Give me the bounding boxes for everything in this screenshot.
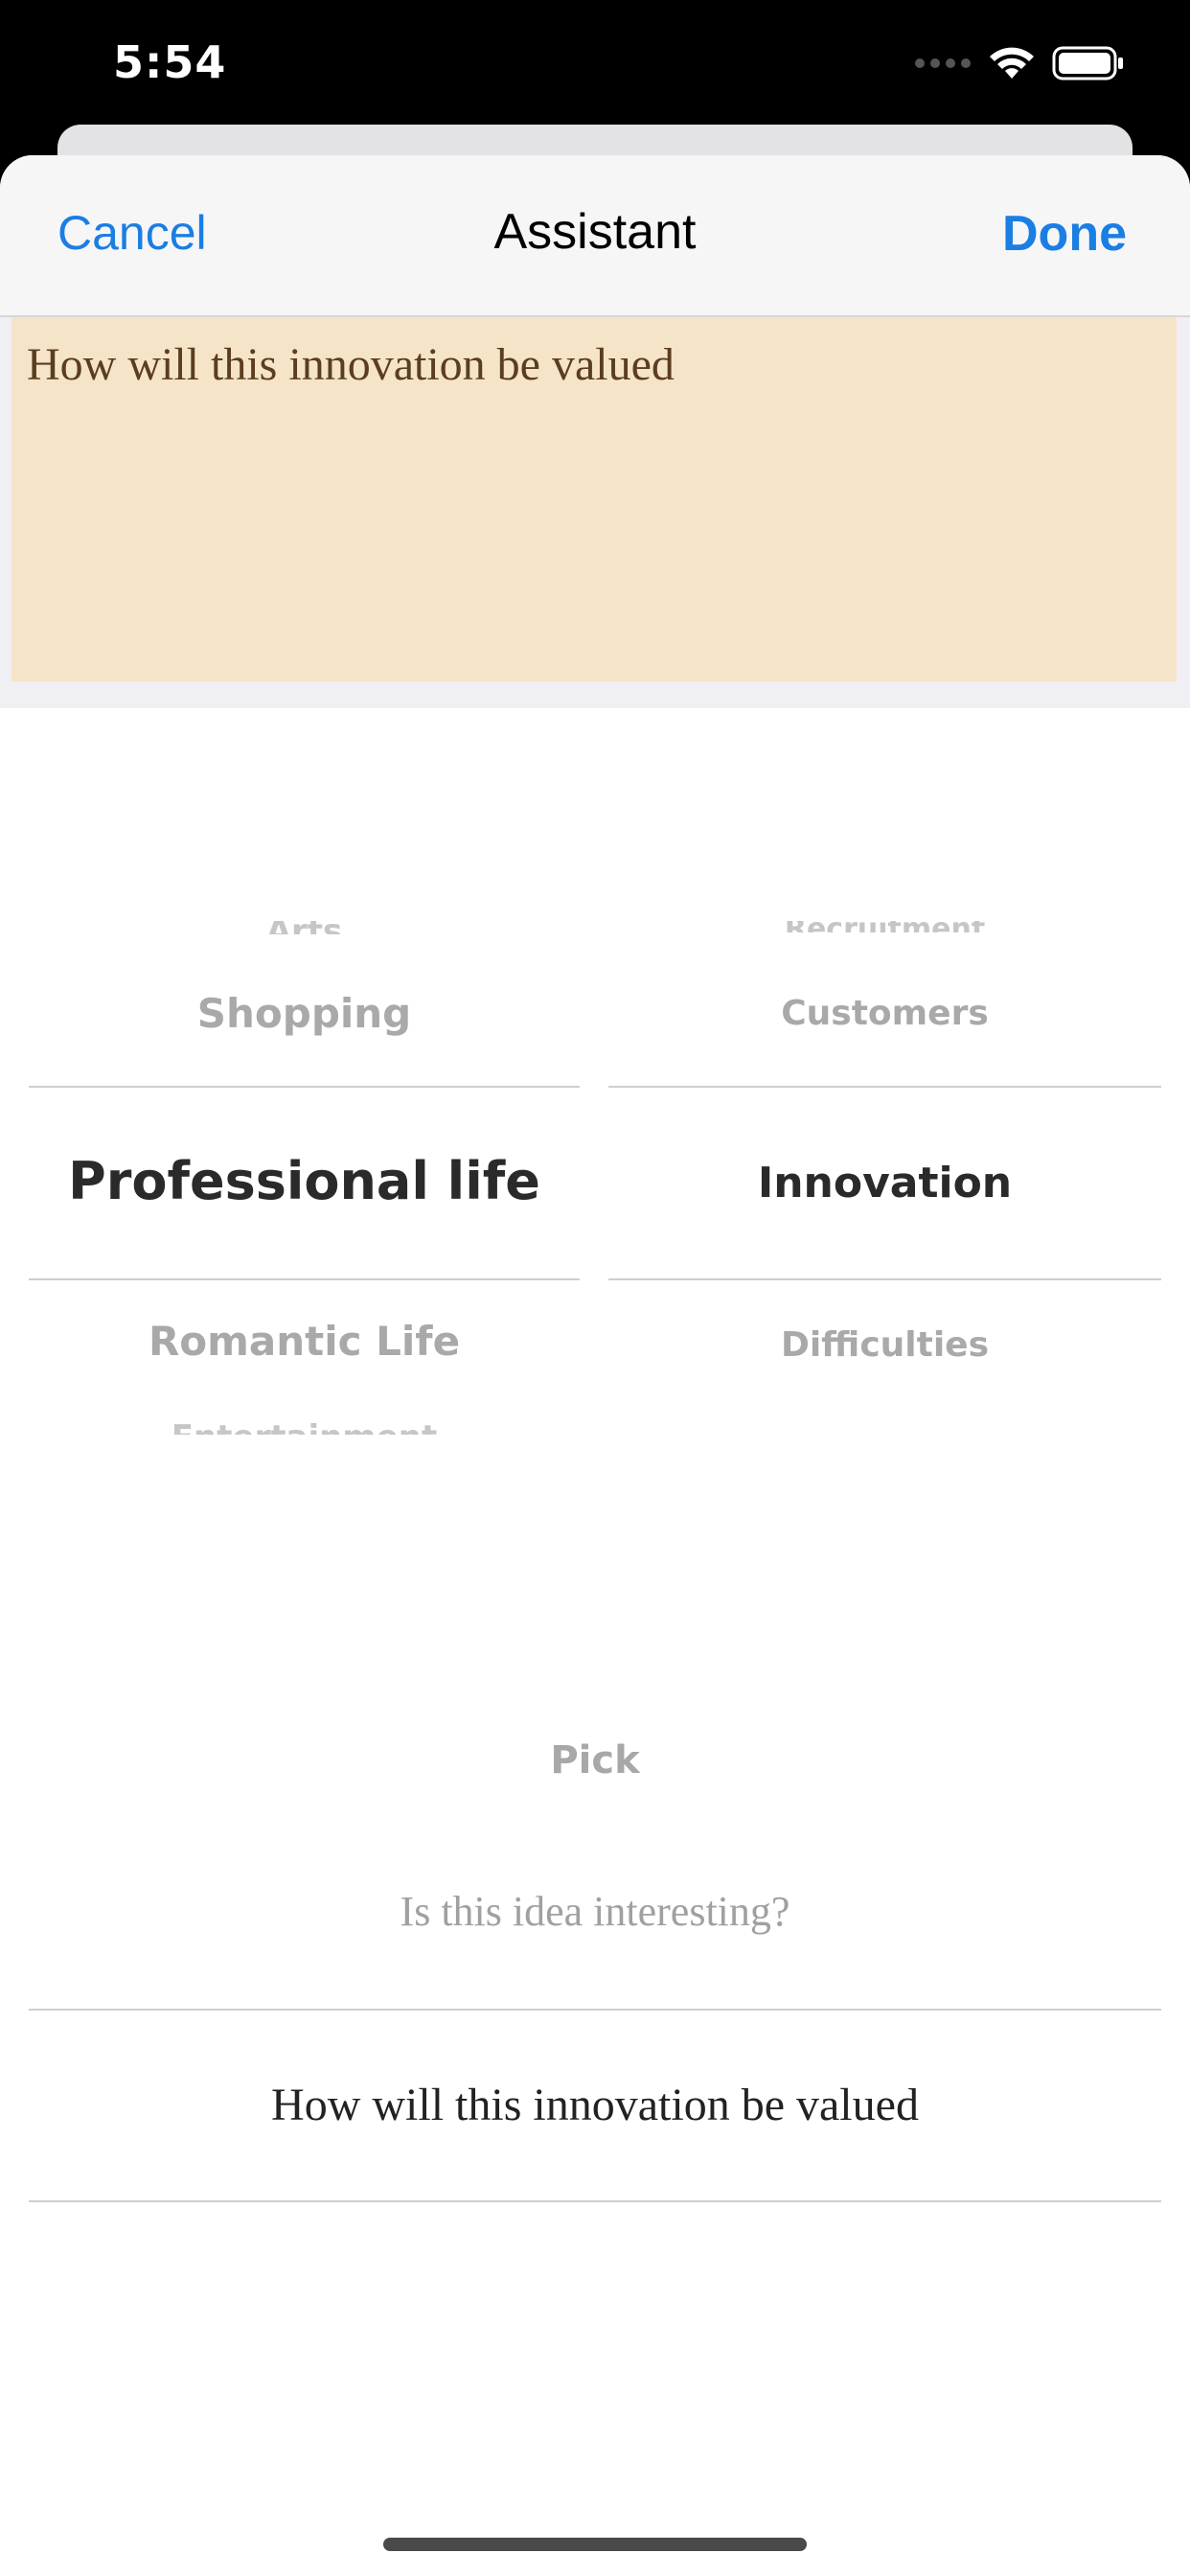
right-picker-selected[interactable]: Innovation	[608, 1159, 1161, 1208]
assistant-sheet: Cancel Assistant Done How will this inno…	[0, 155, 1190, 2576]
left-picker-item-label: Arts	[266, 921, 343, 934]
battery-icon	[1052, 46, 1123, 80]
left-picker-item-below-1[interactable]: Romantic Life	[29, 1318, 580, 1365]
picker-area: Arts Shopping Professional life Romantic…	[0, 708, 1190, 2576]
pick-label: Pick	[550, 1738, 640, 1782]
question-picker-bottom-divider	[29, 2200, 1161, 2202]
status-icons	[914, 46, 1125, 80]
left-picker-item-above-2[interactable]: Arts	[29, 921, 580, 934]
question-picker-item[interactable]: Is this idea interesting?	[0, 1887, 1190, 1936]
home-indicator[interactable]	[383, 2538, 807, 2551]
left-picker-item-above-1[interactable]: Shopping	[29, 990, 580, 1037]
signal-icon	[915, 58, 971, 68]
left-picker-item-label: Entertainment	[172, 1421, 438, 1435]
left-picker-selected[interactable]: Professional life	[29, 1151, 580, 1211]
right-picker-bottom-divider	[608, 1278, 1161, 1280]
right-picker-item-label: Recruitment	[785, 921, 985, 932]
left-picker-bottom-divider	[29, 1278, 580, 1280]
status-bar: 5:54	[0, 0, 1190, 125]
right-picker-item-above-2[interactable]: Recruitment	[608, 921, 1161, 932]
left-picker-top-divider	[29, 1086, 580, 1088]
question-picker-top-divider	[29, 2009, 1161, 2011]
done-button[interactable]: Done	[1002, 205, 1127, 263]
question-picker-selected[interactable]: How will this innovation be valued	[0, 2079, 1190, 2131]
wifi-icon	[990, 47, 1034, 79]
editor-container: How will this innovation be valued	[0, 317, 1190, 708]
right-picker-item-below-1[interactable]: Difficulties	[608, 1325, 1161, 1365]
question-text-area[interactable]: How will this innovation be valued	[11, 317, 1177, 681]
left-picker-item-below-2[interactable]: Entertainment	[29, 1421, 580, 1435]
navigation-bar: Cancel Assistant Done	[0, 155, 1190, 317]
right-picker-item-above-1[interactable]: Customers	[608, 994, 1161, 1033]
status-time: 5:54	[113, 36, 227, 88]
right-picker-top-divider	[608, 1086, 1161, 1088]
